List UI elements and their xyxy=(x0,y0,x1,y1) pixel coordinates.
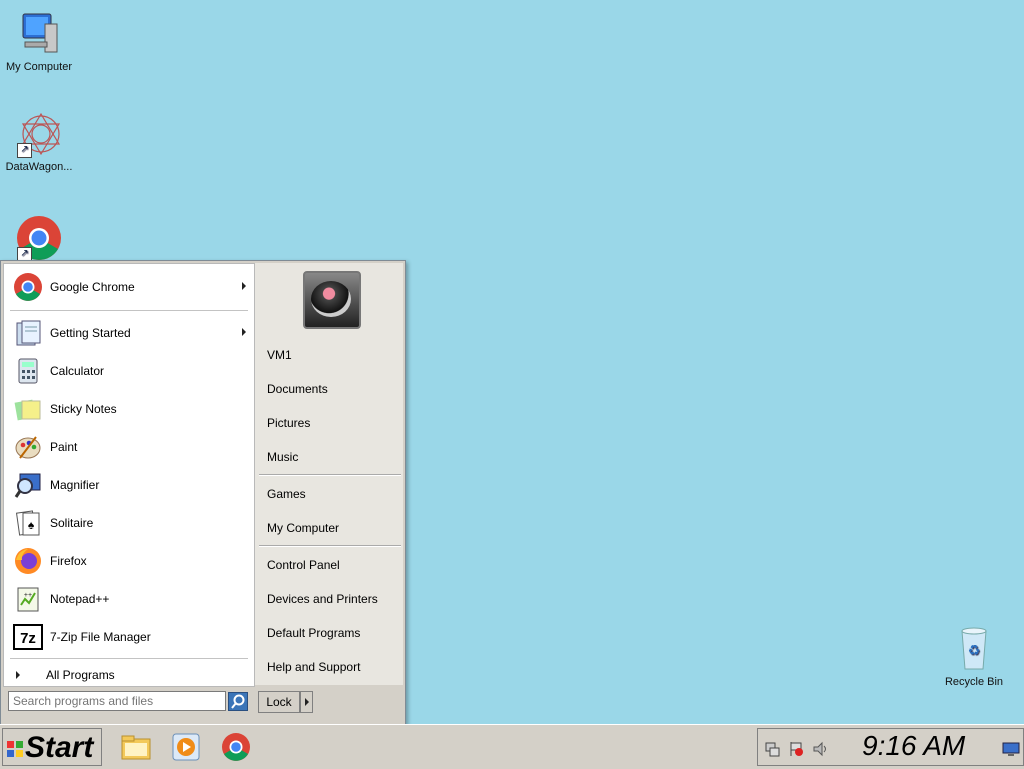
chrome-icon: ↗ xyxy=(15,214,63,262)
program-solitaire[interactable]: ♠ Solitaire xyxy=(12,506,254,540)
program-getting-started[interactable]: Getting Started xyxy=(12,316,254,350)
media-player-icon xyxy=(172,733,200,761)
link-games[interactable]: Games xyxy=(267,487,306,501)
paint-icon xyxy=(12,431,44,463)
folder-icon xyxy=(121,735,151,760)
svg-text:♠: ♠ xyxy=(28,518,35,532)
svg-text:♻: ♻ xyxy=(968,642,981,658)
desktop-icon-label: My Computer xyxy=(5,61,73,73)
desktop-icon-label: Recycle Bin xyxy=(944,676,1004,688)
taskbar-clock[interactable]: 9:16 AM xyxy=(862,730,965,762)
firefox-icon xyxy=(12,545,44,577)
pinned-item-google-chrome[interactable]: Google Chrome xyxy=(12,270,254,304)
menu-separator xyxy=(259,545,401,547)
desktop-icon-my-computer[interactable]: My Computer xyxy=(0,10,78,73)
submenu-arrow-icon xyxy=(242,328,246,336)
taskbar-chrome[interactable] xyxy=(220,731,252,763)
program-paint[interactable]: Paint xyxy=(12,430,254,464)
menu-separator xyxy=(10,310,248,312)
program-label: Firefox xyxy=(50,554,87,568)
link-pictures[interactable]: Pictures xyxy=(267,416,310,430)
link-music[interactable]: Music xyxy=(267,450,298,464)
program-firefox[interactable]: Firefox xyxy=(12,544,254,578)
magnifier-icon xyxy=(12,469,44,501)
turntable-icon xyxy=(311,281,351,317)
7-zip-icon: 7z xyxy=(12,621,44,653)
computer-icon xyxy=(15,10,63,58)
link-control-panel[interactable]: Control Panel xyxy=(267,558,340,572)
taskbar-file-explorer[interactable] xyxy=(120,731,152,763)
lock-options-button[interactable] xyxy=(300,691,313,713)
program-label: Paint xyxy=(50,440,78,454)
calculator-icon xyxy=(12,355,44,387)
start-label: Start xyxy=(25,731,94,764)
notepad-plus-plus-icon: ++ xyxy=(12,583,44,615)
start-menu: Google Chrome Getting Started Calculator… xyxy=(0,260,406,725)
user-picture[interactable] xyxy=(303,271,361,329)
program-notepad-plus-plus[interactable]: ++ Notepad++ xyxy=(12,582,254,616)
start-menu-places-pane: VM1 Documents Pictures Music Games My Co… xyxy=(255,263,403,685)
submenu-arrow-icon xyxy=(242,282,246,290)
program-sticky-notes[interactable]: Sticky Notes xyxy=(12,392,254,426)
program-label: Sticky Notes xyxy=(50,402,117,416)
program-label: 7-Zip File Manager xyxy=(50,630,151,644)
taskbar-media-player[interactable] xyxy=(170,731,202,763)
desktop-icon-datawagon[interactable]: ↗ DataWagon... xyxy=(0,110,78,173)
desktop-icon-recycle-bin[interactable]: ♻ Recycle Bin xyxy=(935,625,1013,688)
start-button[interactable]: Start xyxy=(2,728,102,766)
shortcut-arrow-icon: ↗ xyxy=(17,143,32,158)
program-magnifier[interactable]: Magnifier xyxy=(12,468,254,502)
desktop-icon-label: DataWagon... xyxy=(5,161,73,173)
link-default-programs[interactable]: Default Programs xyxy=(267,626,360,640)
action-center-flag-icon[interactable] xyxy=(788,741,804,757)
windows-logo-icon xyxy=(7,741,23,757)
search-button[interactable] xyxy=(228,692,248,711)
arrow-right-icon xyxy=(16,671,20,679)
link-my-computer[interactable]: My Computer xyxy=(267,521,339,535)
program-label: Magnifier xyxy=(50,478,100,492)
recycle-bin-icon: ♻ xyxy=(950,625,998,673)
program-label: Google Chrome xyxy=(50,280,135,294)
search-icon xyxy=(231,694,245,709)
volume-icon[interactable] xyxy=(812,741,828,757)
desktop-icon-chrome[interactable]: ↗ xyxy=(0,214,78,265)
program-label: Calculator xyxy=(50,364,105,378)
lock-button[interactable]: Lock xyxy=(258,691,300,713)
getting-started-icon xyxy=(12,317,44,349)
menu-separator xyxy=(259,474,401,476)
show-desktop-icon[interactable] xyxy=(1002,741,1020,757)
program-label: Getting Started xyxy=(50,326,131,340)
chrome-icon xyxy=(222,733,250,761)
start-menu-programs-pane: Google Chrome Getting Started Calculator… xyxy=(3,263,255,687)
link-help-and-support[interactable]: Help and Support xyxy=(267,660,360,674)
all-programs-button[interactable]: All Programs xyxy=(12,662,254,688)
link-devices-and-printers[interactable]: Devices and Printers xyxy=(267,592,378,606)
menu-separator xyxy=(10,658,248,660)
link-documents[interactable]: Documents xyxy=(267,382,328,396)
link-user-folder[interactable]: VM1 xyxy=(267,348,292,362)
all-programs-label: All Programs xyxy=(46,668,115,682)
program-label: Notepad++ xyxy=(50,592,110,606)
program-label: Solitaire xyxy=(50,516,94,530)
program-calculator[interactable]: Calculator xyxy=(12,354,254,388)
program-7-zip-file-manager[interactable]: 7z 7-Zip File Manager xyxy=(12,620,254,654)
solitaire-icon: ♠ xyxy=(12,507,44,539)
chrome-icon xyxy=(12,271,44,303)
search-input[interactable] xyxy=(8,691,226,711)
sticky-notes-icon xyxy=(12,393,44,425)
datawagon-logo-icon: ↗ xyxy=(15,110,63,158)
svg-text:++: ++ xyxy=(24,592,32,599)
network-icon[interactable] xyxy=(764,741,780,757)
svg-text:7z: 7z xyxy=(20,630,36,647)
